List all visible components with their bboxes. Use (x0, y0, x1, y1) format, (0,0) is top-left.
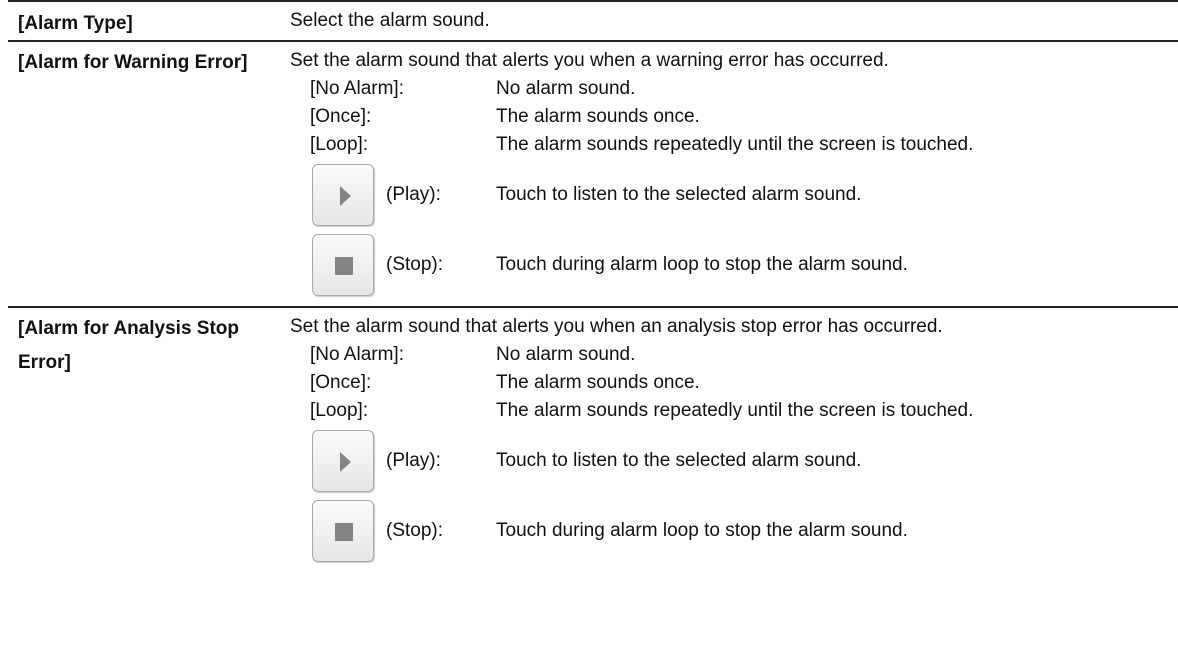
stop-icon (335, 257, 353, 275)
option-description: The alarm sounds repeatedly until the sc… (496, 134, 974, 155)
option-description: No alarm sound. (496, 344, 636, 365)
play-button-description: Touch to listen to the selected alarm so… (496, 184, 862, 205)
play-button-label: (Play): (386, 450, 441, 471)
play-button-row: (Play): Touch to listen to the selected … (312, 430, 1172, 494)
option-label: [Once]: (310, 106, 372, 127)
settings-description-table: [Alarm Type] Select the alarm sound. [Al… (8, 0, 1178, 656)
row-alarm-analysis-stop-error: [Alarm for Analysis Stop Error] Set the … (8, 306, 1178, 656)
option-label: [Loop]: (310, 400, 369, 421)
stop-button-label: (Stop): (386, 254, 444, 275)
stop-button-label: (Stop): (386, 520, 444, 541)
description-alarm-type: Select the alarm sound. (290, 10, 490, 31)
option-label: [Loop]: (310, 134, 369, 155)
stop-button-row: (Stop): Touch during alarm loop to stop … (312, 500, 1172, 564)
stop-icon (335, 523, 353, 541)
row-alarm-type: [Alarm Type] Select the alarm sound. (8, 0, 1178, 40)
term-alarm-warning-error: [Alarm for Warning Error] (18, 52, 248, 73)
option-label: [No Alarm]: (310, 344, 404, 365)
stop-button-description: Touch during alarm loop to stop the alar… (496, 520, 908, 541)
description-alarm-warning-error: Set the alarm sound that alerts you when… (290, 50, 889, 71)
option-description: The alarm sounds repeatedly until the sc… (496, 400, 974, 421)
play-button[interactable] (312, 430, 374, 492)
term-alarm-analysis-stop-error: [Alarm for Analysis Stop Error] (18, 318, 240, 373)
play-button[interactable] (312, 164, 374, 226)
option-description: The alarm sounds once. (496, 106, 700, 127)
stop-button[interactable] (312, 500, 374, 562)
stop-button-row: (Stop): Touch during alarm loop to stop … (312, 234, 1172, 298)
option-description: The alarm sounds once. (496, 372, 700, 393)
stop-button[interactable] (312, 234, 374, 296)
stop-button-description: Touch during alarm loop to stop the alar… (496, 254, 908, 275)
play-button-row: (Play): Touch to listen to the selected … (312, 164, 1172, 228)
play-icon (340, 186, 351, 206)
description-alarm-analysis-stop-error: Set the alarm sound that alerts you when… (290, 316, 943, 337)
play-icon (340, 452, 351, 472)
option-label: [Once]: (310, 372, 372, 393)
option-description: No alarm sound. (496, 78, 636, 99)
term-alarm-type: [Alarm Type] (18, 13, 133, 34)
option-label: [No Alarm]: (310, 78, 404, 99)
row-alarm-warning-error: [Alarm for Warning Error] Set the alarm … (8, 40, 1178, 306)
play-button-description: Touch to listen to the selected alarm so… (496, 450, 862, 471)
play-button-label: (Play): (386, 184, 441, 205)
